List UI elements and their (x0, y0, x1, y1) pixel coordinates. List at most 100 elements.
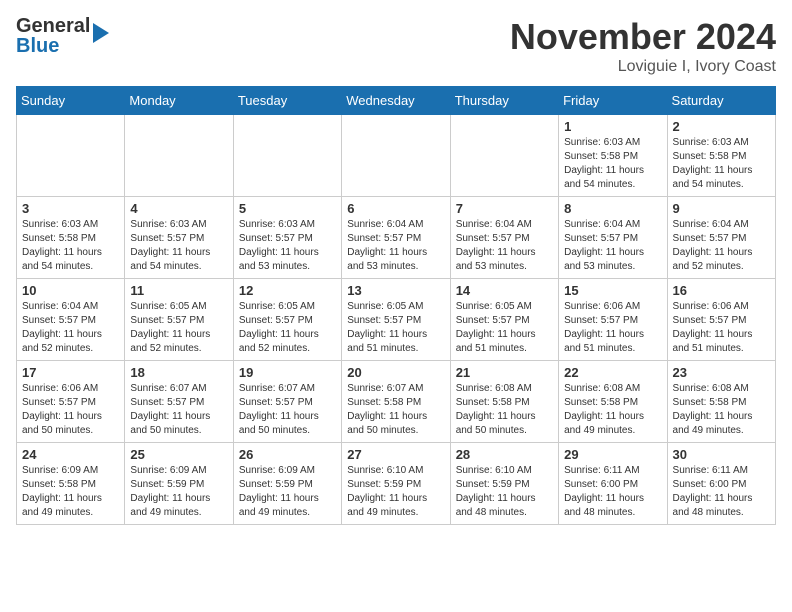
calendar-cell: 11Sunrise: 6:05 AM Sunset: 5:57 PM Dayli… (125, 279, 233, 361)
page-header: General Blue November 2024 Loviguie I, I… (16, 16, 776, 76)
day-number: 8 (564, 201, 661, 216)
day-number: 29 (564, 447, 661, 462)
calendar-cell: 22 Sunrise: 6:08 AM Sunset: 5:58 PM Dayli… (559, 361, 667, 443)
calendar-day-header: Thursday (450, 87, 558, 115)
day-number: 14 (456, 283, 553, 298)
calendar-cell: 19 Sunrise: 6:07 AM Sunset: 5:57 PM Dayli… (233, 361, 341, 443)
calendar-week-row: 10 Sunrise: 6:04 AM Sunset: 5:57 PM Dayli… (17, 279, 776, 361)
day-number: 21 (456, 365, 553, 380)
calendar-cell: 7 Sunrise: 6:04 AM Sunset: 5:57 PM Daylig… (450, 197, 558, 279)
calendar-cell: 16 Sunrise: 6:06 AM Sunset: 5:57 PM Dayli… (667, 279, 775, 361)
day-number: 23 (673, 365, 770, 380)
day-info: Sunrise: 6:03 AM Sunset: 5:57 PM Dayligh… (130, 218, 227, 274)
day-number: 27 (347, 447, 444, 462)
day-number: 7 (456, 201, 553, 216)
calendar-day-header: Friday (559, 87, 667, 115)
calendar-cell: 15Sunrise: 6:06 AM Sunset: 5:57 PM Dayli… (559, 279, 667, 361)
calendar-cell: 14 Sunrise: 6:05 AM Sunset: 5:57 PM Dayli… (450, 279, 558, 361)
day-info: Sunrise: 6:04 AM Sunset: 5:57 PM Dayligh… (564, 218, 661, 274)
day-number: 16 (673, 283, 770, 298)
calendar-day-header: Monday (125, 87, 233, 115)
location: Loviguie I, Ivory Coast (510, 58, 776, 76)
day-info: Sunrise: 6:07 AM Sunset: 5:57 PM Dayligh… (239, 382, 336, 438)
day-info: Sunrise: 6:06 AM Sunset: 5:57 PM Dayligh… (673, 300, 770, 356)
day-number: 1 (564, 119, 661, 134)
calendar-cell: 21 Sunrise: 6:08 AM Sunset: 5:58 PM Dayli… (450, 361, 558, 443)
day-info: Sunrise: 6:05 AM Sunset: 5:57 PM Dayligh… (347, 300, 444, 356)
day-number: 3 (22, 201, 119, 216)
day-info: Sunrise: 6:08 AM Sunset: 5:58 PM Dayligh… (673, 382, 770, 438)
calendar-header-row: SundayMondayTuesdayWednesdayThursdayFrid… (17, 87, 776, 115)
day-number: 11 (130, 283, 227, 298)
day-info: Sunrise: 6:03 AM Sunset: 5:58 PM Dayligh… (564, 136, 661, 192)
logo-bottom: Blue (16, 36, 90, 56)
calendar-week-row: 17 Sunrise: 6:06 AM Sunset: 5:57 PM Dayli… (17, 361, 776, 443)
calendar-cell: 17 Sunrise: 6:06 AM Sunset: 5:57 PM Dayli… (17, 361, 125, 443)
calendar-cell: 18 Sunrise: 6:07 AM Sunset: 5:57 PM Dayli… (125, 361, 233, 443)
calendar-cell: 8 Sunrise: 6:04 AM Sunset: 5:57 PM Daylig… (559, 197, 667, 279)
calendar-cell: 6Sunrise: 6:04 AM Sunset: 5:57 PM Daylig… (342, 197, 450, 279)
calendar-cell: 23 Sunrise: 6:08 AM Sunset: 5:58 PM Dayli… (667, 361, 775, 443)
calendar-cell: 10 Sunrise: 6:04 AM Sunset: 5:57 PM Dayli… (17, 279, 125, 361)
day-number: 5 (239, 201, 336, 216)
day-info: Sunrise: 6:03 AM Sunset: 5:58 PM Dayligh… (22, 218, 119, 274)
day-info: Sunrise: 6:06 AM Sunset: 5:57 PM Dayligh… (22, 382, 119, 438)
day-info: Sunrise: 6:11 AM Sunset: 6:00 PM Dayligh… (564, 464, 661, 520)
logo-arrow-icon (93, 23, 109, 43)
day-number: 17 (22, 365, 119, 380)
calendar-day-header: Wednesday (342, 87, 450, 115)
calendar-cell: 12 Sunrise: 6:05 AM Sunset: 5:57 PM Dayli… (233, 279, 341, 361)
day-info: Sunrise: 6:09 AM Sunset: 5:59 PM Dayligh… (239, 464, 336, 520)
day-number: 24 (22, 447, 119, 462)
calendar-cell: 30Sunrise: 6:11 AM Sunset: 6:00 PM Dayli… (667, 443, 775, 525)
day-number: 19 (239, 365, 336, 380)
day-number: 9 (673, 201, 770, 216)
calendar-cell: 28 Sunrise: 6:10 AM Sunset: 5:59 PM Dayli… (450, 443, 558, 525)
calendar-cell: 4Sunrise: 6:03 AM Sunset: 5:57 PM Daylig… (125, 197, 233, 279)
calendar-table: SundayMondayTuesdayWednesdayThursdayFrid… (16, 86, 776, 525)
calendar-day-header: Saturday (667, 87, 775, 115)
calendar-cell (450, 115, 558, 197)
title-block: November 2024 Loviguie I, Ivory Coast (510, 16, 776, 76)
day-info: Sunrise: 6:08 AM Sunset: 5:58 PM Dayligh… (456, 382, 553, 438)
calendar-cell (342, 115, 450, 197)
day-info: Sunrise: 6:10 AM Sunset: 5:59 PM Dayligh… (456, 464, 553, 520)
calendar-cell: 9Sunrise: 6:04 AM Sunset: 5:57 PM Daylig… (667, 197, 775, 279)
calendar-cell (125, 115, 233, 197)
calendar-cell: 26 Sunrise: 6:09 AM Sunset: 5:59 PM Dayli… (233, 443, 341, 525)
day-number: 22 (564, 365, 661, 380)
calendar-cell: 25Sunrise: 6:09 AM Sunset: 5:59 PM Dayli… (125, 443, 233, 525)
day-info: Sunrise: 6:10 AM Sunset: 5:59 PM Dayligh… (347, 464, 444, 520)
day-number: 13 (347, 283, 444, 298)
calendar-cell: 27 Sunrise: 6:10 AM Sunset: 5:59 PM Dayli… (342, 443, 450, 525)
day-number: 28 (456, 447, 553, 462)
calendar-cell: 20 Sunrise: 6:07 AM Sunset: 5:58 PM Dayli… (342, 361, 450, 443)
day-info: Sunrise: 6:07 AM Sunset: 5:57 PM Dayligh… (130, 382, 227, 438)
day-number: 20 (347, 365, 444, 380)
day-number: 12 (239, 283, 336, 298)
calendar-week-row: 24 Sunrise: 6:09 AM Sunset: 5:58 PM Dayli… (17, 443, 776, 525)
day-number: 26 (239, 447, 336, 462)
calendar-cell: 1 Sunrise: 6:03 AM Sunset: 5:58 PM Daylig… (559, 115, 667, 197)
day-number: 18 (130, 365, 227, 380)
day-info: Sunrise: 6:09 AM Sunset: 5:58 PM Dayligh… (22, 464, 119, 520)
day-number: 10 (22, 283, 119, 298)
calendar-cell: 3 Sunrise: 6:03 AM Sunset: 5:58 PM Daylig… (17, 197, 125, 279)
day-info: Sunrise: 6:05 AM Sunset: 5:57 PM Dayligh… (456, 300, 553, 356)
day-info: Sunrise: 6:05 AM Sunset: 5:57 PM Dayligh… (239, 300, 336, 356)
day-number: 6 (347, 201, 444, 216)
day-number: 2 (673, 119, 770, 134)
day-info: Sunrise: 6:04 AM Sunset: 5:57 PM Dayligh… (456, 218, 553, 274)
day-info: Sunrise: 6:11 AM Sunset: 6:00 PM Dayligh… (673, 464, 770, 520)
day-info: Sunrise: 6:07 AM Sunset: 5:58 PM Dayligh… (347, 382, 444, 438)
day-number: 25 (130, 447, 227, 462)
day-info: Sunrise: 6:08 AM Sunset: 5:58 PM Dayligh… (564, 382, 661, 438)
calendar-cell (17, 115, 125, 197)
calendar-day-header: Sunday (17, 87, 125, 115)
calendar-cell: 24 Sunrise: 6:09 AM Sunset: 5:58 PM Dayli… (17, 443, 125, 525)
day-info: Sunrise: 6:04 AM Sunset: 5:57 PM Dayligh… (22, 300, 119, 356)
calendar-cell (233, 115, 341, 197)
day-number: 15 (564, 283, 661, 298)
logo-top: General (16, 16, 90, 36)
calendar-cell: 2Sunrise: 6:03 AM Sunset: 5:58 PM Daylig… (667, 115, 775, 197)
